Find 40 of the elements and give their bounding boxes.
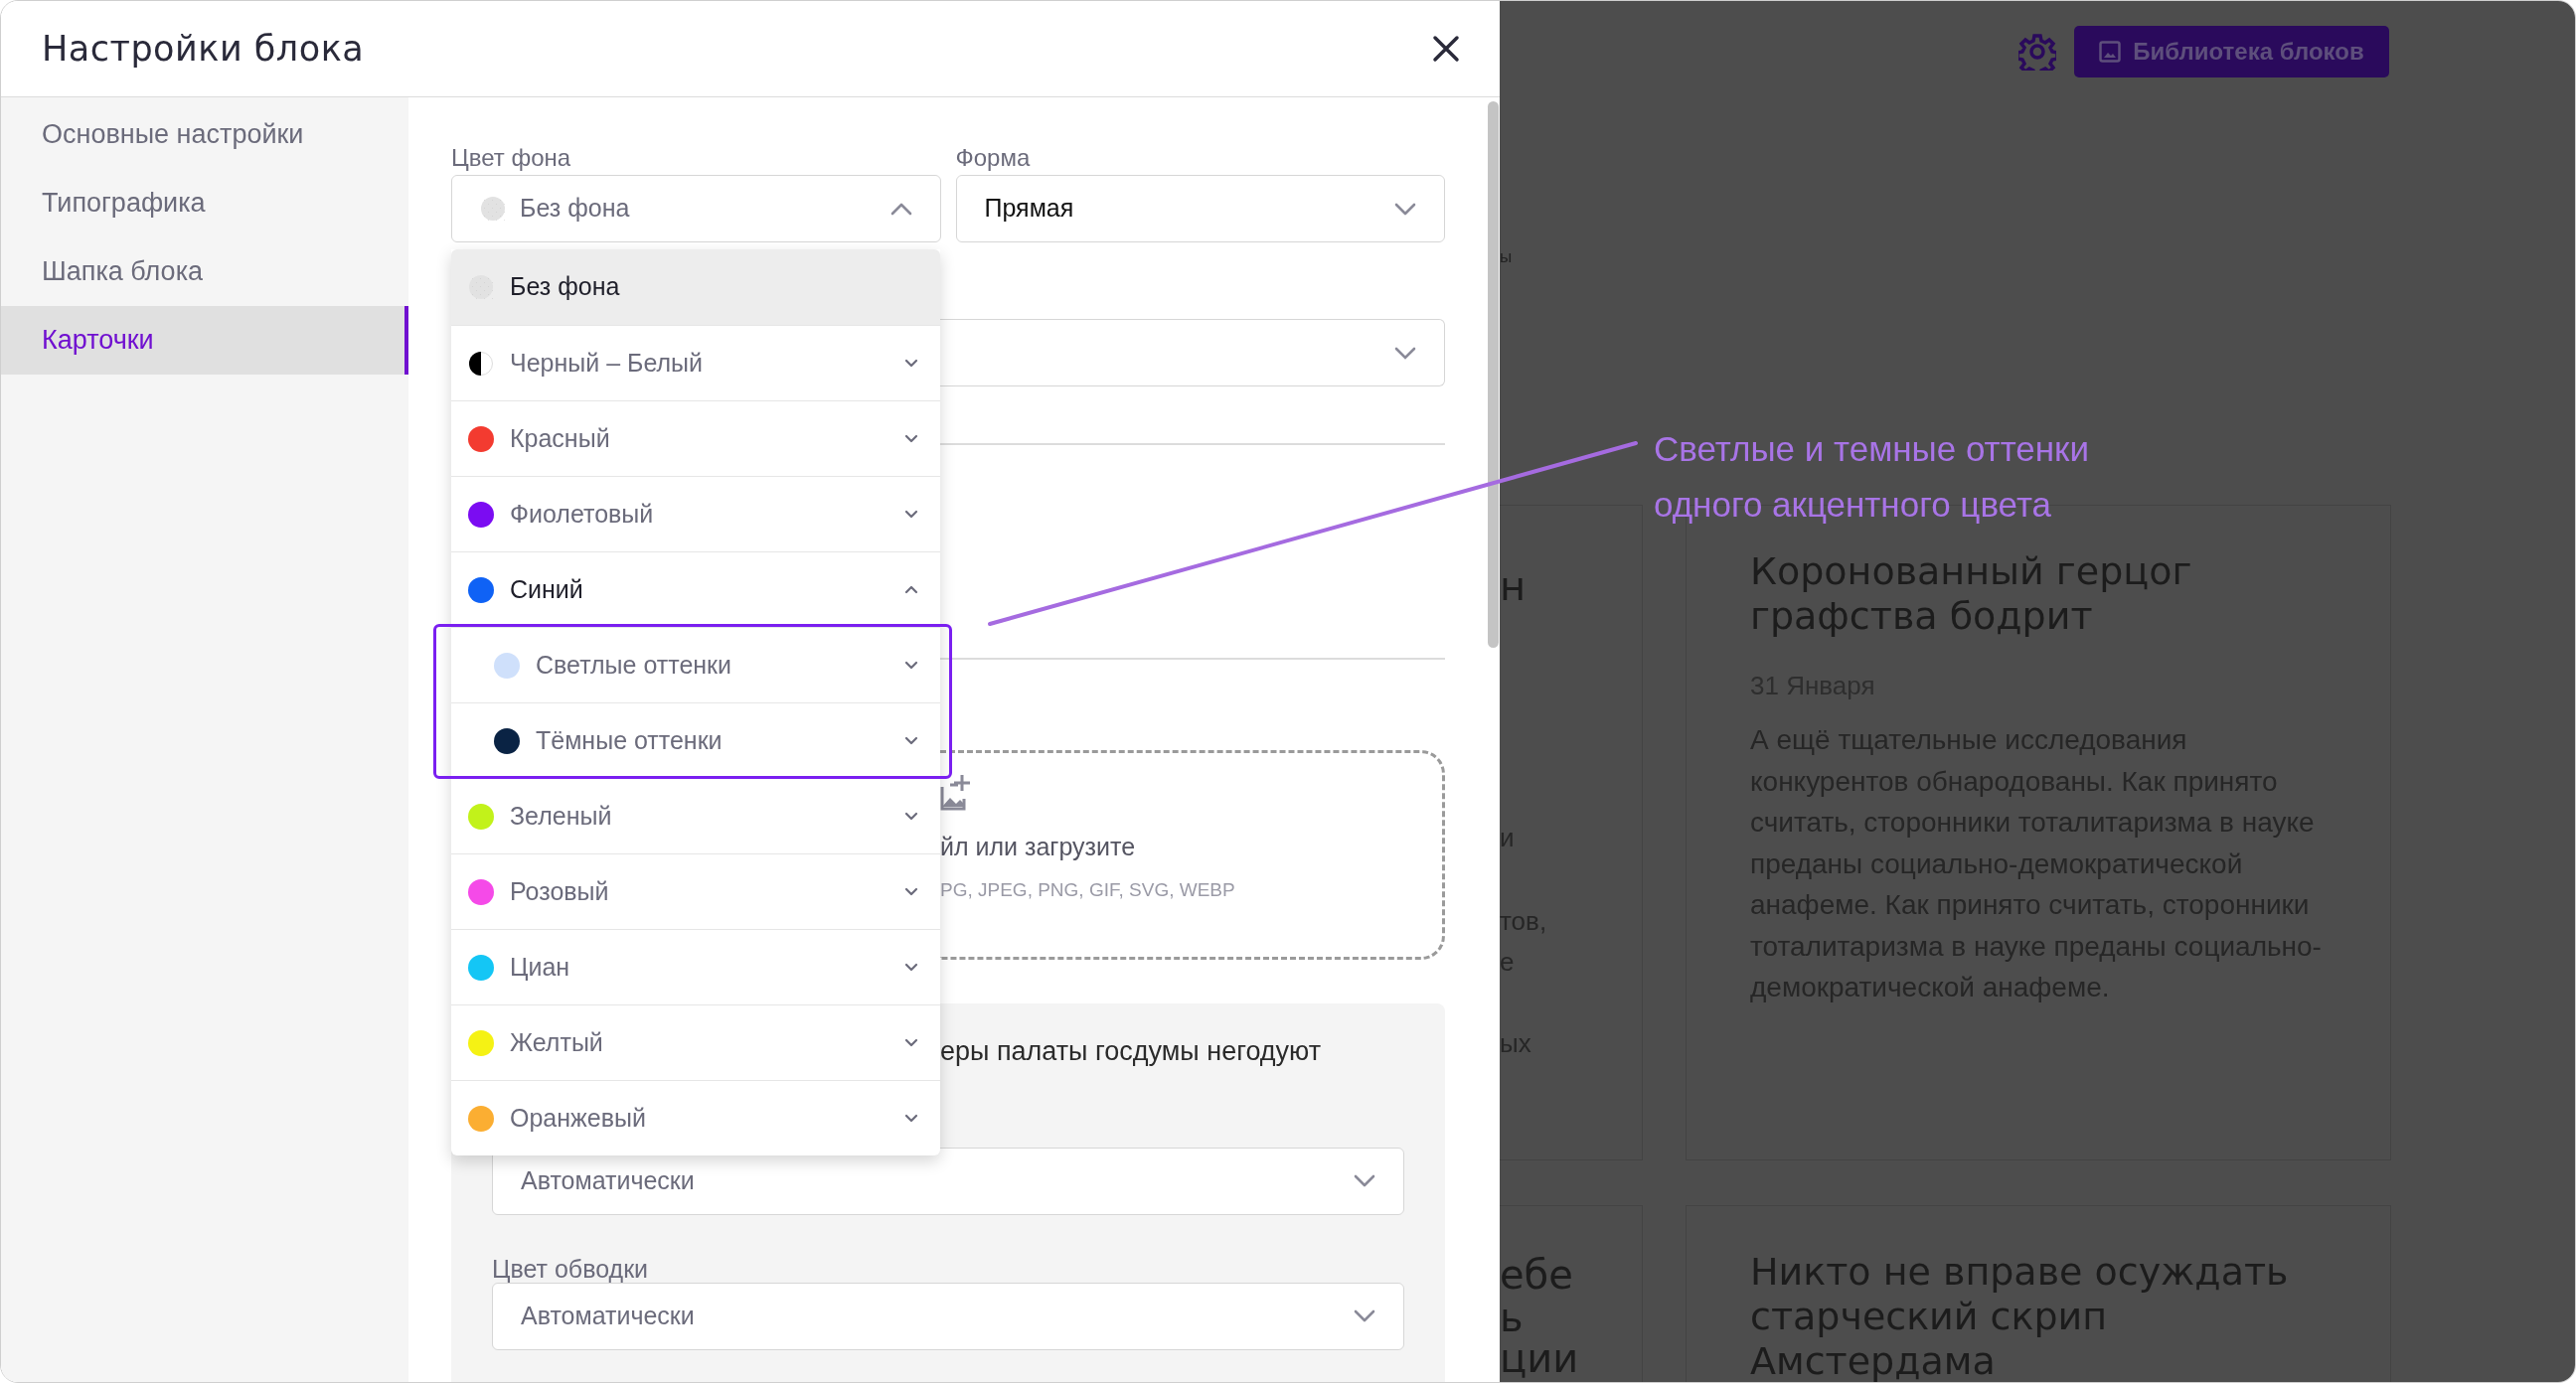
select-field[interactable]: Автоматически — [492, 1282, 1404, 1350]
chevron-down-icon — [1354, 1174, 1375, 1187]
transparent-swatch-icon — [480, 196, 506, 222]
sidebar-item[interactable]: Типографика — [1, 169, 408, 237]
menu-option[interactable]: Синий — [451, 551, 940, 627]
select-field[interactable]: Прямая — [955, 175, 1445, 242]
transparent-swatch-icon — [468, 274, 494, 300]
image-icon — [2099, 41, 2122, 63]
callout-text: Светлые и темные оттенки — [1654, 428, 2089, 470]
sidebar-item[interactable]: Основные настройки — [1, 100, 408, 169]
sidebar-item[interactable]: Шапка блока — [1, 237, 408, 306]
scrollbar[interactable] — [1488, 101, 1499, 648]
dialog-title: Настройки блока — [42, 27, 365, 71]
menu-option[interactable]: Желтый — [451, 1004, 940, 1080]
menu-option[interactable]: Без фона — [451, 249, 940, 325]
menu-option[interactable]: Фиолетовый — [451, 476, 940, 551]
menu-option[interactable]: Тёмные оттенки — [451, 702, 940, 778]
menu-option[interactable]: Зеленый — [451, 778, 940, 853]
select-field[interactable]: Без фона — [451, 175, 941, 242]
callout-text: одного акцентного цвета — [1654, 484, 2052, 526]
field-label: Форма — [955, 143, 1032, 172]
select-field[interactable] — [940, 319, 1445, 386]
select-field[interactable]: Автоматически — [492, 1147, 1404, 1215]
upload-text: йл или загрузите — [940, 832, 1137, 862]
menu-option[interactable]: Розовый — [451, 853, 940, 929]
menu-option[interactable]: Черный – Белый — [451, 325, 940, 400]
formats-text: PG, JPEG, PNG, GIF, SVG, WEBP — [940, 877, 1236, 902]
menu-option[interactable]: Светлые оттенки — [451, 627, 940, 702]
field-label: Цвет фона — [451, 143, 572, 172]
chevron-down-icon — [1354, 1309, 1375, 1322]
menu-option[interactable]: Красный — [451, 400, 940, 476]
half-circle-icon — [468, 350, 494, 377]
chevron-down-icon — [1394, 346, 1416, 360]
menu-option[interactable]: Циан — [451, 929, 940, 1004]
sidebar-item[interactable]: Карточки — [1, 306, 408, 375]
panel-heading: еры палаты госдумы негодуют — [940, 1035, 1323, 1068]
close-icon[interactable] — [1432, 35, 1460, 63]
field-label: Цвет обводки — [492, 1253, 650, 1283]
menu-option[interactable]: Оранжевый — [451, 1080, 940, 1155]
gear-icon[interactable] — [2018, 33, 2056, 71]
